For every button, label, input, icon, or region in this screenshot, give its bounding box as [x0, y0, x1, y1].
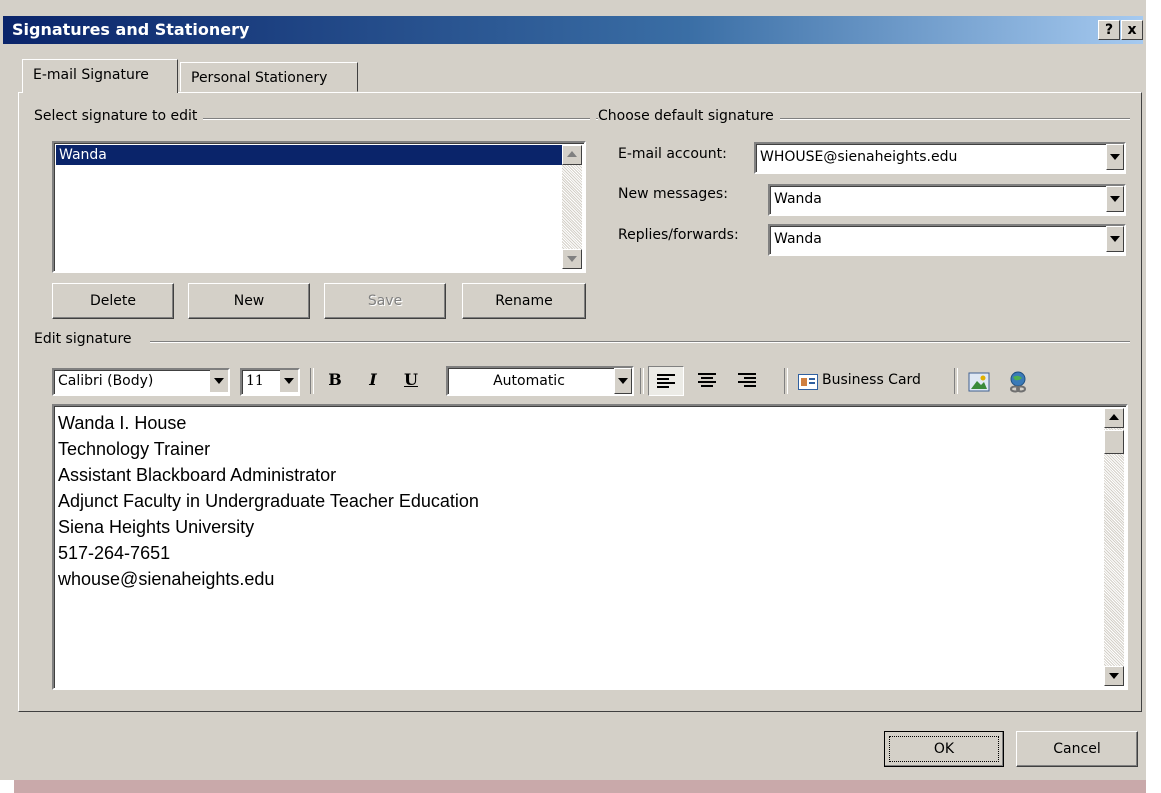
close-button[interactable]: x: [1121, 20, 1143, 40]
toolbar-separator: [954, 368, 958, 394]
chevron-down-icon: [1110, 236, 1120, 242]
cancel-button[interactable]: Cancel: [1016, 731, 1138, 767]
chevron-down-icon: [214, 378, 224, 384]
chevron-down-icon: [1110, 154, 1120, 160]
signature-list-scrollbar[interactable]: [562, 145, 582, 269]
toolbar-separator: [784, 368, 788, 394]
toolbar-separator: [310, 368, 314, 394]
chevron-down-icon: [284, 378, 294, 384]
new-messages-select[interactable]: Wanda: [768, 184, 1126, 216]
select-signature-group-label: Select signature to edit: [34, 108, 204, 124]
new-messages-label: New messages:: [618, 186, 728, 202]
scroll-down-icon: [567, 256, 577, 262]
signature-list-item[interactable]: Wanda: [56, 145, 562, 165]
email-account-label: E-mail account:: [618, 146, 727, 162]
signature-line: Wanda I. House: [58, 413, 187, 433]
business-card-icon: [798, 374, 818, 390]
group-divider: [150, 118, 590, 120]
replies-forwards-dropdown[interactable]: [1106, 226, 1124, 252]
signature-text[interactable]: Wanda I. House Technology Trainer Assist…: [58, 410, 479, 592]
rename-button[interactable]: Rename: [462, 283, 586, 319]
font-name-value: Calibri (Body): [58, 373, 154, 389]
insert-picture-icon[interactable]: [968, 372, 990, 392]
scroll-up-icon: [567, 151, 577, 157]
chevron-down-icon: [618, 378, 628, 384]
italic-button[interactable]: I: [360, 370, 386, 389]
bold-button[interactable]: B: [322, 370, 348, 389]
new-button[interactable]: New: [188, 283, 310, 319]
tab-email-signature[interactable]: E-mail Signature: [22, 59, 178, 93]
email-account-value: WHOUSE@sienaheights.edu: [760, 149, 958, 165]
signature-line: Assistant Blackboard Administrator: [58, 465, 337, 485]
default-signature-group-label: Choose default signature: [598, 108, 780, 124]
font-size-select[interactable]: 11: [240, 368, 300, 396]
signature-line: whouse@sienaheights.edu: [58, 569, 275, 589]
new-messages-dropdown[interactable]: [1106, 186, 1124, 212]
font-color-select[interactable]: Automatic: [446, 366, 634, 396]
font-size-dropdown[interactable]: [280, 370, 298, 392]
align-left-button[interactable]: [648, 366, 684, 396]
signature-line: 517-264-7651: [58, 543, 171, 563]
focus-rect: [889, 736, 999, 762]
delete-button[interactable]: Delete: [52, 283, 174, 319]
chevron-down-icon: [1110, 196, 1120, 202]
align-center-icon: [698, 373, 716, 387]
align-center-button[interactable]: [692, 366, 722, 396]
help-button[interactable]: ?: [1098, 20, 1120, 40]
replies-forwards-label: Replies/forwards:: [618, 227, 739, 243]
email-account-dropdown[interactable]: [1106, 144, 1124, 170]
signature-line: Technology Trainer: [58, 439, 211, 459]
scroll-up-icon: [1109, 414, 1119, 420]
scroll-up-button[interactable]: [562, 145, 582, 165]
tab-personal-stationery[interactable]: Personal Stationery: [180, 62, 358, 92]
font-name-select[interactable]: Calibri (Body): [52, 368, 230, 396]
scroll-thumb[interactable]: [1104, 430, 1124, 454]
signature-line: Adjunct Faculty in Undergraduate Teacher…: [58, 491, 479, 511]
background-strip: [14, 780, 1146, 793]
underline-button[interactable]: U: [398, 370, 424, 389]
edit-signature-group-label: Edit signature: [34, 331, 138, 347]
signature-line: Siena Heights University: [58, 517, 255, 537]
signature-list[interactable]: Wanda: [52, 141, 586, 273]
insert-hyperlink-icon[interactable]: [1006, 370, 1030, 394]
scroll-down-button[interactable]: [562, 249, 582, 269]
save-button[interactable]: Save: [324, 283, 446, 319]
business-card-button[interactable]: Business Card: [796, 368, 946, 396]
replies-forwards-value: Wanda: [774, 231, 822, 247]
scroll-down-button[interactable]: [1104, 666, 1124, 686]
align-left-icon: [657, 374, 675, 388]
group-divider: [150, 341, 1130, 343]
align-right-button[interactable]: [732, 366, 762, 396]
font-name-dropdown[interactable]: [210, 370, 228, 392]
new-messages-value: Wanda: [774, 191, 822, 207]
scroll-down-icon: [1109, 673, 1119, 679]
signature-editor-scrollbar[interactable]: [1104, 408, 1124, 686]
align-right-icon: [738, 373, 756, 387]
ok-button[interactable]: OK: [884, 731, 1004, 767]
scroll-up-button[interactable]: [1104, 408, 1124, 428]
window-title: Signatures and Stationery: [12, 20, 250, 39]
business-card-label: Business Card: [822, 372, 921, 388]
email-account-select[interactable]: WHOUSE@sienaheights.edu: [754, 142, 1126, 174]
font-color-value: Automatic: [493, 373, 565, 389]
replies-forwards-select[interactable]: Wanda: [768, 224, 1126, 256]
toolbar-separator: [640, 368, 644, 394]
font-color-dropdown[interactable]: [614, 368, 632, 394]
